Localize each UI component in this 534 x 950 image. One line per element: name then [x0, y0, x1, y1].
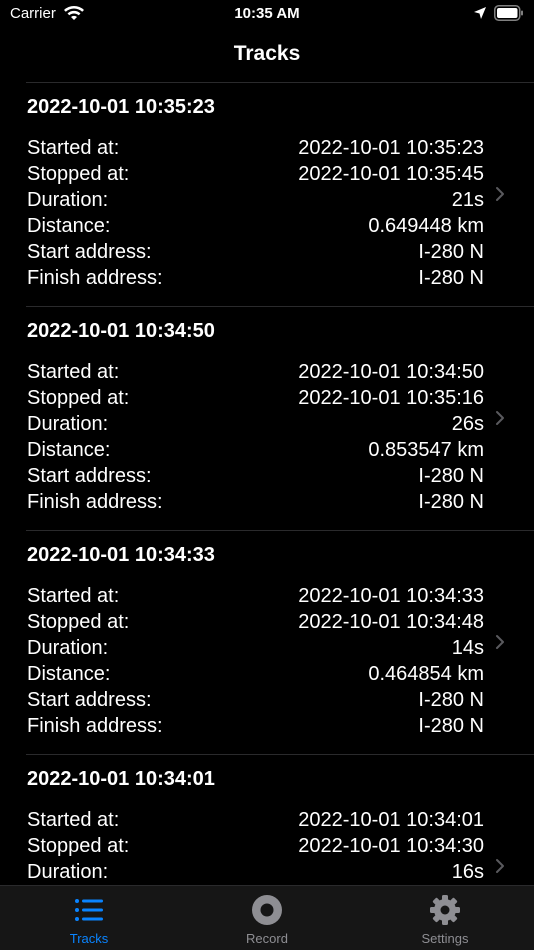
start-address-row: Start address: I-280 N	[27, 239, 484, 265]
duration-row: Duration: 26s	[27, 411, 484, 437]
stopped-value: 2022-10-01 10:34:30	[298, 835, 484, 857]
finish-address-row: Finish address: I-280 N	[27, 489, 484, 515]
duration-value: 14s	[451, 637, 484, 659]
started-value: 2022-10-01 10:35:23	[298, 137, 484, 159]
clock: 10:35 AM	[234, 5, 300, 22]
duration-label: Duration:	[27, 861, 109, 883]
stopped-row: Stopped at: 2022-10-01 10:34:48	[27, 609, 484, 635]
track-cell[interactable]: 2022-10-01 10:34:33 Started at: 2022-10-…	[0, 530, 534, 754]
distance-value: 0.649448 km	[368, 215, 484, 237]
start-address-row: Start address: I-280 N	[27, 463, 484, 489]
page-title: Tracks	[233, 42, 301, 65]
finish-address-value: I-280 N	[418, 715, 484, 737]
tracks-list[interactable]: 2022-10-01 10:35:23 Started at: 2022-10-…	[0, 82, 534, 886]
distance-label: Distance:	[27, 663, 111, 685]
record-icon	[251, 894, 283, 926]
tab-tracks[interactable]: Tracks	[29, 886, 149, 950]
finish-address-value: I-280 N	[418, 267, 484, 289]
distance-row: Distance: 0.853547 km	[27, 437, 484, 463]
location-arrow-icon	[473, 6, 487, 25]
start-address-value: I-280 N	[418, 241, 484, 263]
started-value: 2022-10-01 10:34:33	[298, 585, 484, 607]
finish-address-value: I-280 N	[418, 491, 484, 513]
start-address-label: Start address:	[27, 241, 152, 263]
stopped-row: Stopped at: 2022-10-01 10:35:16	[27, 385, 484, 411]
start-address-label: Start address:	[27, 465, 152, 487]
tab-settings[interactable]: Settings	[385, 886, 505, 950]
track-cell[interactable]: 2022-10-01 10:34:50 Started at: 2022-10-…	[0, 306, 534, 530]
started-label: Started at:	[27, 361, 120, 383]
stopped-value: 2022-10-01 10:34:48	[298, 611, 484, 633]
track-cell[interactable]: 2022-10-01 10:34:01 Started at: 2022-10-…	[0, 754, 534, 886]
track-cell[interactable]: 2022-10-01 10:35:23 Started at: 2022-10-…	[0, 82, 534, 306]
finish-address-label: Finish address:	[27, 715, 163, 737]
started-row: Started at: 2022-10-01 10:34:01	[27, 807, 484, 833]
battery-icon	[494, 5, 524, 26]
chevron-right-icon	[495, 186, 505, 207]
track-title: 2022-10-01 10:35:23	[27, 96, 215, 118]
started-label: Started at:	[27, 137, 120, 159]
track-title: 2022-10-01 10:34:50	[27, 320, 215, 342]
chevron-right-icon	[495, 634, 505, 655]
stopped-label: Stopped at:	[27, 387, 130, 409]
tab-label: Settings	[421, 931, 469, 946]
status-bar: Carrier 10:35 AM	[0, 0, 534, 30]
tab-label: Record	[246, 931, 288, 946]
started-row: Started at: 2022-10-01 10:35:23	[27, 135, 484, 161]
track-title: 2022-10-01 10:34:33	[27, 544, 215, 566]
list-icon	[73, 894, 105, 926]
distance-value: 0.464854 km	[368, 663, 484, 685]
stopped-row: Stopped at: 2022-10-01 10:34:30	[27, 833, 484, 859]
distance-value: 0.853547 km	[368, 439, 484, 461]
tab-label: Tracks	[69, 931, 109, 946]
track-title: 2022-10-01 10:34:01	[27, 768, 215, 790]
finish-address-row: Finish address: I-280 N	[27, 265, 484, 291]
distance-label: Distance:	[27, 215, 111, 237]
chevron-right-icon	[495, 858, 505, 879]
tab-bar: Tracks Record Settings	[0, 885, 534, 950]
start-address-value: I-280 N	[418, 689, 484, 711]
finish-address-row: Finish address: I-280 N	[27, 713, 484, 739]
started-label: Started at:	[27, 585, 120, 607]
distance-row: Distance: 0.464854 km	[27, 661, 484, 687]
duration-value: 21s	[451, 189, 484, 211]
started-value: 2022-10-01 10:34:01	[298, 809, 484, 831]
stopped-value: 2022-10-01 10:35:45	[298, 163, 484, 185]
started-row: Started at: 2022-10-01 10:34:50	[27, 359, 484, 385]
duration-value: 26s	[451, 413, 484, 435]
started-label: Started at:	[27, 809, 120, 831]
started-row: Started at: 2022-10-01 10:34:33	[27, 583, 484, 609]
tab-record[interactable]: Record	[207, 886, 327, 950]
duration-row: Duration: 21s	[27, 187, 484, 213]
duration-value: 16s	[451, 861, 484, 883]
duration-row: Duration: 16s	[27, 859, 484, 885]
started-value: 2022-10-01 10:34:50	[298, 361, 484, 383]
duration-label: Duration:	[27, 637, 109, 659]
distance-row: Distance: 0.649448 km	[27, 213, 484, 239]
stopped-label: Stopped at:	[27, 835, 130, 857]
distance-label: Distance:	[27, 439, 111, 461]
stopped-label: Stopped at:	[27, 163, 130, 185]
start-address-label: Start address:	[27, 689, 152, 711]
finish-address-label: Finish address:	[27, 267, 163, 289]
chevron-right-icon	[495, 410, 505, 431]
navigation-bar: Tracks	[0, 36, 534, 76]
duration-row: Duration: 14s	[27, 635, 484, 661]
stopped-label: Stopped at:	[27, 611, 130, 633]
stopped-row: Stopped at: 2022-10-01 10:35:45	[27, 161, 484, 187]
gear-icon	[429, 894, 461, 926]
duration-label: Duration:	[27, 189, 109, 211]
duration-label: Duration:	[27, 413, 109, 435]
start-address-row: Start address: I-280 N	[27, 687, 484, 713]
start-address-value: I-280 N	[418, 465, 484, 487]
stopped-value: 2022-10-01 10:35:16	[298, 387, 484, 409]
finish-address-label: Finish address:	[27, 491, 163, 513]
